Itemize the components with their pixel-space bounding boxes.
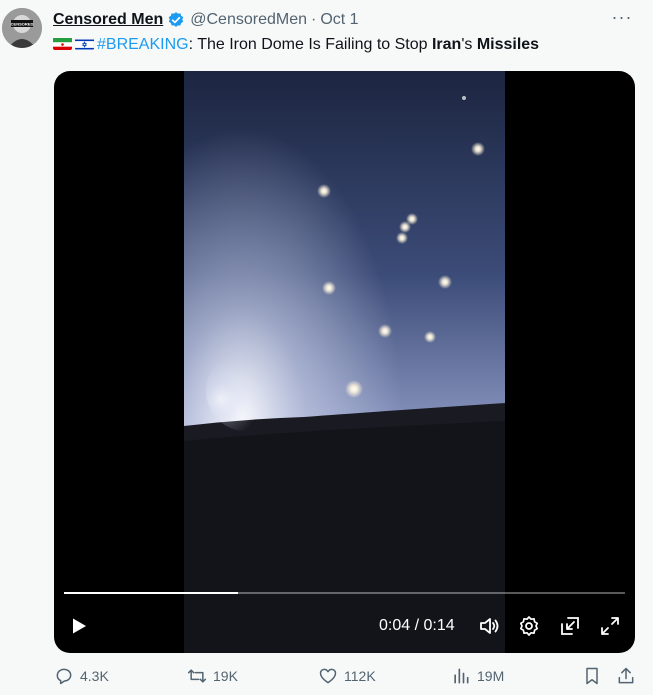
author-name[interactable]: Censored Men bbox=[53, 11, 163, 29]
video-progress-bar[interactable] bbox=[64, 592, 625, 594]
hashtag-link[interactable]: #BREAKING bbox=[97, 36, 189, 53]
avatar[interactable]: CENSORED bbox=[2, 8, 42, 48]
tweet-text-bold: Missiles bbox=[476, 36, 540, 53]
tweet-text: #BREAKING: The Iron Dome Is Failing to S… bbox=[53, 35, 633, 55]
tweet: CENSORED Censored Men @CensoredMen · Oct… bbox=[0, 0, 653, 695]
views-chart-icon bbox=[454, 668, 469, 684]
repost-icon bbox=[187, 669, 207, 683]
israel-flag-icon bbox=[75, 37, 94, 50]
more-options-icon[interactable]: ··· bbox=[611, 8, 633, 30]
bookmark-button[interactable] bbox=[582, 665, 608, 687]
like-count: 112K bbox=[344, 668, 376, 684]
bookmark-icon bbox=[586, 667, 598, 685]
avatar-label: CENSORED bbox=[11, 22, 34, 27]
reply-count: 4.3K bbox=[80, 668, 109, 684]
iran-flag-icon bbox=[53, 37, 72, 50]
tweet-header: Censored Men @CensoredMen · Oct 1 bbox=[53, 9, 633, 31]
volume-icon[interactable] bbox=[476, 611, 502, 641]
author-handle[interactable]: @CensoredMen bbox=[190, 11, 307, 29]
reply-button[interactable]: 4.3K bbox=[54, 665, 109, 687]
heart-icon bbox=[319, 668, 337, 684]
time-separator: / bbox=[410, 617, 424, 634]
repost-count: 19K bbox=[213, 668, 238, 684]
duration: 0:14 bbox=[423, 617, 455, 634]
tweet-date[interactable]: Oct 1 bbox=[320, 11, 358, 29]
play-icon[interactable] bbox=[66, 611, 92, 641]
video-controls: 0:04 / 0:14 bbox=[54, 611, 635, 641]
video-frame bbox=[184, 71, 505, 653]
tweet-text-part: 's bbox=[461, 36, 477, 53]
repost-button[interactable]: 19K bbox=[187, 665, 238, 687]
tweet-text-part: : The Iron Dome Is Failing to Stop bbox=[188, 36, 432, 53]
views-count: 19M bbox=[477, 668, 505, 684]
picture-in-picture-icon[interactable] bbox=[557, 611, 583, 641]
share-icon bbox=[618, 667, 634, 684]
tweet-actions: 4.3K 19K 112K 19M bbox=[0, 660, 653, 694]
current-time: 0:04 bbox=[379, 617, 411, 634]
like-button[interactable]: 112K bbox=[318, 665, 376, 687]
share-button[interactable] bbox=[616, 665, 642, 687]
views-button[interactable]: 19M bbox=[451, 665, 504, 687]
video-time: 0:04 / 0:14 bbox=[379, 617, 455, 635]
fullscreen-icon[interactable] bbox=[597, 611, 623, 641]
verified-badge-icon bbox=[167, 11, 185, 29]
tweet-text-bold: Iran bbox=[431, 36, 462, 53]
separator-dot: · bbox=[311, 11, 317, 28]
video-progress-fill bbox=[64, 592, 238, 594]
reply-icon bbox=[56, 668, 72, 685]
settings-gear-icon[interactable] bbox=[516, 611, 542, 641]
video-player[interactable]: 0:04 / 0:14 bbox=[54, 71, 635, 653]
